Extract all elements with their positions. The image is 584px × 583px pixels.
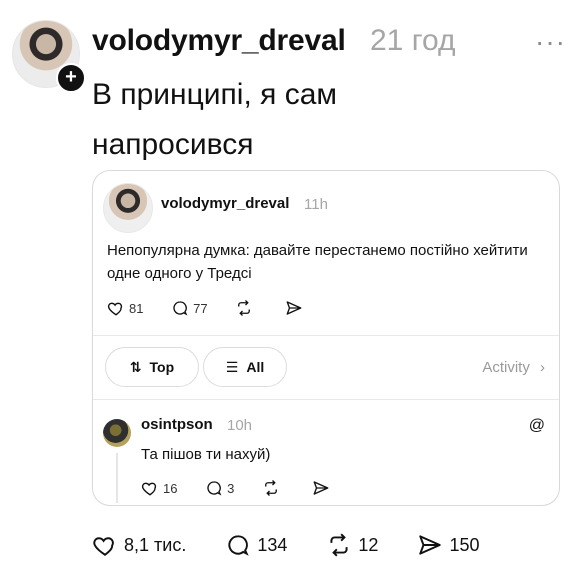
reply-avatar[interactable]: [103, 419, 131, 447]
reply-username[interactable]: osintpson: [141, 416, 213, 433]
comment-icon: [173, 301, 188, 316]
post-text: В принципі, я сам напросився: [92, 78, 338, 161]
share-icon: [419, 535, 442, 555]
repost-count: 12: [358, 534, 379, 555]
reply-comment-count: 3: [227, 480, 235, 496]
embedded-comment-count: 77: [193, 300, 208, 316]
top-filter-button[interactable]: ⇅ Top: [105, 347, 199, 387]
embedded-username[interactable]: volodymyr_dreval: [161, 195, 289, 212]
share-icon: [313, 481, 329, 495]
divider: [93, 335, 559, 336]
reply-text: Та пішов ти нахуй): [141, 446, 271, 463]
repost-button[interactable]: 12: [326, 532, 378, 558]
chevron-right-icon: ›: [540, 359, 545, 376]
reply-time: 10h: [227, 417, 253, 434]
thread-line: [116, 453, 118, 503]
repost-icon: [265, 480, 277, 496]
post-time: 21 год: [370, 24, 456, 57]
embedded-actions: 81 77: [107, 299, 331, 320]
reply-share-button[interactable]: [312, 479, 334, 497]
reply-actions: 16 3: [141, 479, 358, 500]
heart-icon: [141, 482, 157, 496]
plus-icon[interactable]: +: [56, 63, 86, 93]
comment-icon: [207, 481, 222, 496]
like-button[interactable]: 8,1 тис.: [92, 532, 186, 558]
comment-icon: [228, 535, 250, 556]
sort-icon: ⇅: [129, 358, 142, 375]
more-icon[interactable]: ···: [535, 26, 566, 58]
embedded-avatar[interactable]: [103, 183, 153, 233]
divider: [93, 399, 559, 400]
embedded-share-button[interactable]: [285, 299, 307, 317]
reply-repost-button[interactable]: [262, 479, 284, 497]
heart-icon: [93, 537, 114, 556]
repost-icon: [238, 300, 251, 316]
embedded-comment-button[interactable]: 77: [171, 299, 208, 317]
repost-icon: [330, 533, 348, 557]
activity-link[interactable]: Activity ›: [482, 359, 545, 376]
share-count: 150: [449, 534, 480, 555]
embedded-post-card[interactable]: volodymyr_dreval 11h Непопулярна думка: …: [92, 170, 560, 506]
threads-icon[interactable]: @: [529, 417, 545, 435]
embedded-time: 11h: [304, 196, 328, 213]
embedded-like-count: 81: [129, 300, 144, 316]
share-icon: [286, 301, 302, 315]
reply-comment-button[interactable]: 3: [205, 479, 234, 497]
share-button[interactable]: 150: [417, 532, 480, 558]
top-filter-label: Top: [149, 359, 175, 375]
filter-icon: ☰: [225, 358, 239, 375]
post-username[interactable]: volodymyr_dreval: [92, 24, 346, 58]
embedded-like-button[interactable]: 81: [107, 299, 143, 317]
embedded-repost-button[interactable]: [235, 299, 257, 317]
embedded-text: Непопулярна думка: давайте перестанемо п…: [107, 242, 528, 282]
all-filter-label: All: [246, 359, 265, 375]
post-actions: 8,1 тис. 134 12 150: [92, 532, 514, 563]
comment-button[interactable]: 134: [225, 532, 287, 558]
heart-icon: [107, 302, 123, 316]
activity-label: Activity: [482, 359, 530, 376]
reply-like-button[interactable]: 16: [141, 479, 177, 497]
reply-like-count: 16: [163, 480, 178, 496]
comment-count: 134: [257, 534, 288, 555]
all-filter-button[interactable]: ☰ All: [203, 347, 287, 387]
like-count: 8,1 тис.: [124, 534, 187, 555]
